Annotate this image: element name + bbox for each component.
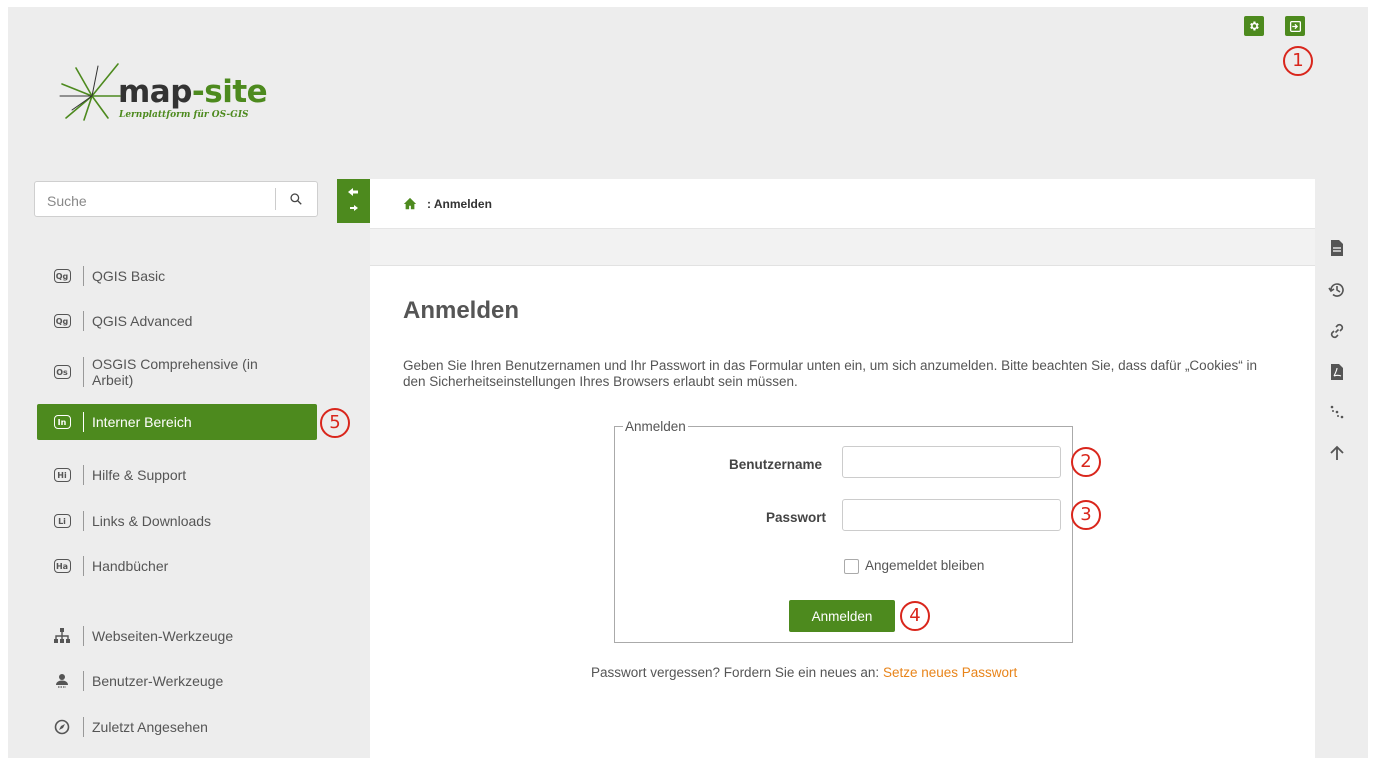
sidebar-item-hilfe-support[interactable]: Hi Hilfe & Support — [37, 457, 317, 493]
sidebar-item-zuletzt-angesehen[interactable]: Zuletzt Angesehen — [37, 709, 317, 745]
forgot-password-text: Passwort vergessen? Fordern Sie ein neue… — [591, 665, 880, 680]
course-badge-icon: Os — [53, 365, 71, 379]
sidebar-item-label: OSGIS Comprehensive (in Arbeit) — [92, 356, 258, 388]
sitemap-dots-icon — [1330, 405, 1344, 419]
sidebar-toggle-button[interactable] — [337, 179, 370, 223]
password-label: Passwort — [766, 510, 827, 525]
course-badge-icon: Li — [53, 514, 71, 528]
sidebar-item-label: Links & Downloads — [92, 513, 212, 529]
breadcrumb-current: : Anmelden — [427, 196, 492, 211]
username-label: Benutzername — [729, 457, 823, 472]
search-box — [34, 181, 318, 217]
show-page-button[interactable] — [1325, 236, 1349, 260]
course-badge-icon: Ha — [53, 559, 71, 573]
gear-icon — [1250, 21, 1259, 31]
sidebar-item-label: Webseiten-Werkzeuge — [92, 628, 234, 644]
search-input[interactable] — [45, 190, 279, 212]
course-badge-icon: In — [53, 415, 71, 429]
arrows-toggle-icon — [348, 188, 358, 211]
sidebar-item-label: Interner Bereich — [92, 414, 192, 430]
course-badge-icon: Qg — [53, 269, 71, 283]
export-pdf-button[interactable] — [1325, 360, 1349, 384]
backlinks-button[interactable] — [1325, 319, 1349, 343]
sidebar-item-qgis-advanced[interactable]: Qg QGIS Advanced — [37, 303, 317, 339]
page-icon — [1331, 240, 1343, 256]
page-title: Anmelden — [403, 297, 520, 324]
search-button[interactable] — [281, 187, 311, 211]
login-icon — [1289, 20, 1301, 32]
sidebar-item-label: Handbücher — [92, 558, 169, 574]
login-form-legend: Anmelden — [625, 419, 686, 434]
link-icon — [1330, 323, 1344, 339]
annotation-marker-5: 5 — [320, 408, 350, 438]
search-icon — [290, 193, 302, 205]
site-logo[interactable]: map-site Lernplattform für OS-GIS — [58, 62, 268, 132]
sidebar-item-label: Benutzer-Werkzeuge — [92, 673, 224, 689]
user-icon — [56, 674, 68, 688]
logo-brand: map-site — [118, 74, 268, 110]
sitemap-icon — [54, 628, 70, 643]
sitemap-button[interactable] — [1325, 400, 1349, 424]
sidebar-item-benutzer-werkzeuge[interactable]: Benutzer-Werkzeuge — [37, 663, 317, 699]
pdf-icon — [1331, 364, 1343, 380]
main-content-panel: : Anmelden Anmelden Geben Sie Ihren Benu… — [370, 179, 1315, 758]
sidebar-item-handbuecher[interactable]: Ha Handbücher — [37, 548, 317, 584]
login-button[interactable] — [1285, 16, 1305, 36]
forgot-password-line: Passwort vergessen? Fordern Sie ein neue… — [591, 665, 1017, 680]
annotation-marker-1: 1 — [1283, 46, 1313, 76]
breadcrumb: : Anmelden — [370, 179, 1315, 229]
annotation-marker-4: 4 — [900, 601, 930, 631]
home-icon[interactable] — [403, 197, 417, 211]
password-field[interactable] — [842, 499, 1061, 531]
remember-me-label: Angemeldet bleiben — [865, 558, 985, 573]
page-toolbar-strip — [370, 229, 1315, 266]
reset-password-link[interactable]: Setze neues Passwort — [883, 665, 1017, 680]
annotation-marker-2: 2 — [1071, 447, 1101, 477]
settings-button[interactable] — [1244, 16, 1264, 36]
remember-me-checkbox[interactable] — [844, 559, 859, 574]
sidebar-item-label: QGIS Advanced — [92, 313, 193, 329]
back-to-top-button[interactable] — [1325, 441, 1349, 465]
history-icon — [1328, 283, 1344, 297]
sidebar-item-webseiten-werkzeuge[interactable]: Webseiten-Werkzeuge — [37, 618, 317, 654]
sidebar-item-qgis-basic[interactable]: Qg QGIS Basic — [37, 258, 317, 294]
compass-icon — [54, 719, 70, 735]
sidebar-item-interner-bereich[interactable]: In Interner Bereich — [37, 404, 317, 440]
window-frame-top — [0, 0, 1373, 7]
window-frame-right — [1368, 0, 1373, 758]
course-badge-icon: Qg — [53, 314, 71, 328]
window-frame-left — [0, 0, 8, 758]
sidebar-item-label: QGIS Basic — [92, 268, 166, 284]
annotation-marker-3: 3 — [1071, 500, 1101, 530]
sidebar-item-osgis-comprehensive[interactable]: Os OSGIS Comprehensive (in Arbeit) — [37, 352, 317, 392]
login-submit-button[interactable]: Anmelden — [789, 600, 895, 632]
username-field[interactable] — [842, 446, 1061, 478]
sidebar-item-label: Zuletzt Angesehen — [92, 719, 208, 735]
login-instructions: Geben Sie Ihren Benutzernamen und Ihr Pa… — [403, 358, 1257, 389]
arrow-up-icon — [1330, 445, 1344, 460]
star-burst-icon — [59, 63, 121, 121]
logo-tagline: Lernplattform für OS-GIS — [119, 110, 249, 120]
course-badge-icon: Hi — [53, 468, 71, 482]
sidebar-item-links-downloads[interactable]: Li Links & Downloads — [37, 503, 317, 539]
search-divider — [275, 188, 276, 210]
sidebar-item-label: Hilfe & Support — [92, 467, 187, 483]
old-revisions-button[interactable] — [1325, 278, 1349, 302]
